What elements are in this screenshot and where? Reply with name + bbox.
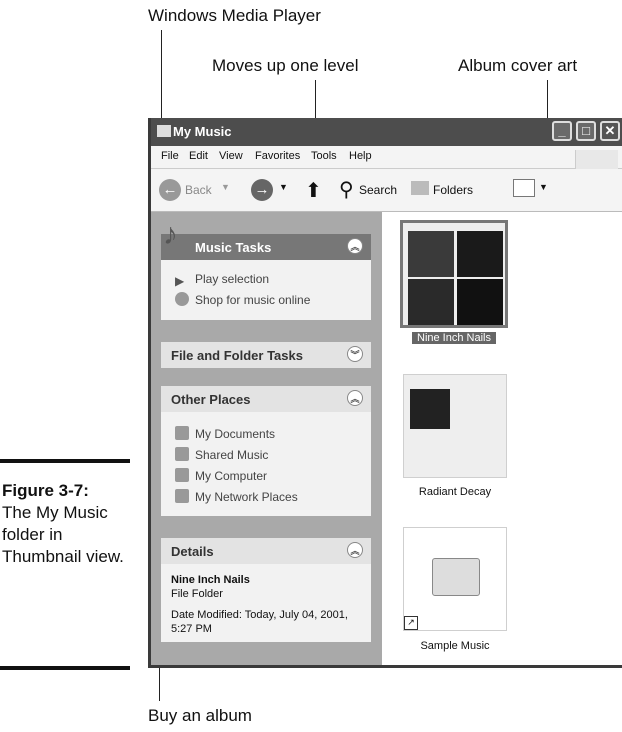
task-pane: Music Tasks ︽ ▶ Play selection Shop for m… bbox=[151, 212, 382, 665]
caption-rule-top bbox=[0, 459, 130, 463]
my-documents-label: My Documents bbox=[195, 427, 276, 441]
folder-thumbnail-radiant-decay[interactable] bbox=[403, 374, 507, 478]
computer-icon bbox=[175, 468, 189, 482]
collapse-chevron-icon[interactable]: ︽ bbox=[347, 390, 363, 406]
caption-rule-bottom bbox=[0, 666, 130, 670]
menu-view[interactable]: View bbox=[219, 150, 243, 162]
up-folder-icon[interactable]: ⬆ bbox=[305, 178, 322, 203]
album-art-4 bbox=[457, 279, 503, 325]
callout-buy-album: Buy an album bbox=[148, 706, 252, 725]
folder-label-radiant-decay[interactable]: Radiant Decay bbox=[402, 486, 508, 498]
my-computer-link[interactable]: My Computer bbox=[175, 468, 267, 483]
details-header[interactable]: Details ︽ bbox=[161, 538, 371, 564]
menu-file[interactable]: File bbox=[161, 150, 179, 162]
back-button-label[interactable]: Back bbox=[185, 183, 212, 197]
folders-button-label[interactable]: Folders bbox=[433, 183, 473, 197]
callout-album-art: Album cover art bbox=[458, 56, 578, 75]
other-places-title: Other Places bbox=[171, 392, 251, 407]
shop-music-label: Shop for music online bbox=[195, 293, 311, 307]
menu-edit[interactable]: Edit bbox=[189, 150, 208, 162]
my-documents-link[interactable]: My Documents bbox=[175, 426, 275, 441]
minimize-icon[interactable]: _ bbox=[552, 121, 572, 141]
folder-thumbnail-sample-music[interactable]: ↗ bbox=[403, 527, 507, 631]
other-places-header[interactable]: Other Places ︽ bbox=[161, 386, 371, 412]
shop-music-task[interactable]: Shop for music online bbox=[175, 292, 310, 307]
folders-icon[interactable] bbox=[411, 181, 429, 195]
shortcut-arrow-icon: ↗ bbox=[404, 616, 418, 630]
folder-icon bbox=[157, 125, 171, 137]
file-folder-tasks-panel: File and Folder Tasks ︾ bbox=[161, 342, 371, 368]
forward-arrow-icon[interactable]: → bbox=[251, 179, 273, 201]
title-bar[interactable]: My Music _ □ ✕ bbox=[151, 118, 622, 146]
maximize-icon[interactable]: □ bbox=[576, 121, 596, 141]
play-selection-label: Play selection bbox=[195, 272, 270, 286]
menu-favorites[interactable]: Favorites bbox=[255, 150, 300, 162]
folder-icon bbox=[432, 558, 480, 596]
toolbar: ← Back ▼ → ▼ ⬆ ⚲ Search Folders ▼ bbox=[151, 169, 622, 212]
menu-help[interactable]: Help bbox=[349, 150, 372, 162]
menu-bar: File Edit View Favorites Tools Help bbox=[151, 146, 622, 172]
music-tasks-title: Music Tasks bbox=[195, 240, 272, 255]
album-art-2 bbox=[457, 231, 503, 277]
search-icon[interactable]: ⚲ bbox=[339, 177, 354, 202]
shared-music-label: Shared Music bbox=[195, 448, 269, 462]
figure-caption: Figure 3-7: The My Music folder in Thumb… bbox=[2, 480, 127, 568]
album-art-radiant-decay bbox=[410, 389, 450, 429]
menu-tools[interactable]: Tools bbox=[311, 150, 337, 162]
folder-contents: Nine Inch Nails Radiant Decay ↗ Sample M… bbox=[382, 212, 622, 665]
details-panel: Details ︽ Nine Inch Nails File Folder Da… bbox=[161, 538, 371, 642]
documents-folder-icon bbox=[175, 426, 189, 440]
my-network-places-label: My Network Places bbox=[195, 490, 298, 504]
shared-music-link[interactable]: Shared Music bbox=[175, 447, 268, 462]
details-type: File Folder bbox=[171, 588, 223, 600]
file-folder-tasks-header[interactable]: File and Folder Tasks ︾ bbox=[161, 342, 371, 368]
forward-dropdown-icon[interactable]: ▼ bbox=[279, 182, 288, 192]
play-icon: ▶ bbox=[175, 274, 185, 288]
back-dropdown-icon[interactable]: ▼ bbox=[221, 182, 230, 192]
figure-text: The My Music folder in Thumbnail view. bbox=[2, 503, 124, 566]
music-note-icon: ♪ bbox=[163, 218, 178, 251]
window-title: My Music bbox=[173, 124, 232, 139]
back-arrow-icon[interactable]: ← bbox=[159, 179, 181, 201]
my-computer-label: My Computer bbox=[195, 469, 268, 483]
shared-music-folder-icon bbox=[175, 447, 189, 461]
callout-up-level: Moves up one level bbox=[212, 56, 359, 75]
views-icon[interactable] bbox=[513, 179, 535, 197]
close-icon[interactable]: ✕ bbox=[600, 121, 620, 141]
my-network-places-link[interactable]: My Network Places bbox=[175, 489, 298, 504]
views-dropdown-icon[interactable]: ▼ bbox=[539, 182, 548, 192]
details-name: Nine Inch Nails bbox=[171, 574, 250, 586]
folder-label-nine-inch-nails[interactable]: Nine Inch Nails bbox=[412, 332, 496, 344]
network-icon bbox=[175, 489, 189, 503]
album-art-3 bbox=[408, 279, 454, 325]
figure-label: Figure 3-7: bbox=[2, 481, 89, 500]
other-places-panel: Other Places ︽ My Documents Shared Music… bbox=[161, 386, 371, 516]
details-modified: Date Modified: Today, July 04, 2001, 5:2… bbox=[171, 609, 348, 635]
file-folder-tasks-title: File and Folder Tasks bbox=[171, 348, 303, 363]
folder-label-sample-music[interactable]: Sample Music bbox=[402, 640, 508, 652]
play-selection-task[interactable]: ▶ Play selection bbox=[175, 272, 269, 288]
callout-media-player: Windows Media Player bbox=[148, 6, 321, 25]
album-art-1 bbox=[408, 231, 454, 277]
collapse-chevron-icon[interactable]: ︽ bbox=[347, 238, 363, 254]
details-title: Details bbox=[171, 544, 214, 559]
folder-thumbnail-nine-inch-nails[interactable] bbox=[400, 220, 508, 328]
search-button-label[interactable]: Search bbox=[359, 183, 397, 197]
globe-icon bbox=[175, 292, 189, 306]
collapse-chevron-icon[interactable]: ︽ bbox=[347, 542, 363, 558]
my-music-window: My Music _ □ ✕ File Edit View Favorites … bbox=[148, 118, 622, 668]
expand-chevron-icon[interactable]: ︾ bbox=[347, 346, 363, 362]
